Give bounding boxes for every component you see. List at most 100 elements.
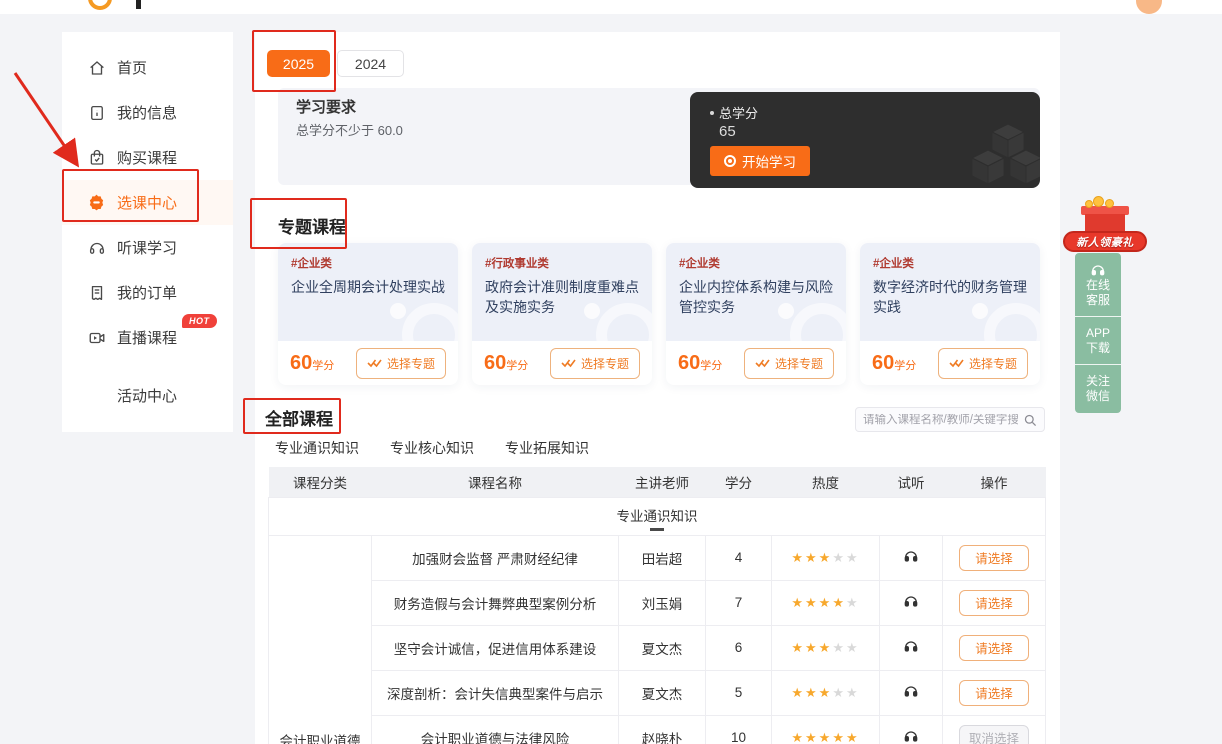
select-course-button[interactable]: 请选择 <box>959 545 1029 571</box>
sidebar-item-my-orders[interactable]: 我的订单 <box>62 270 233 315</box>
course-rating: ★★★★★ <box>772 670 880 715</box>
sidebar-item-label: 选课中心 <box>117 192 177 213</box>
course-teacher: 刘玉娟 <box>619 580 706 625</box>
audition-headphone-icon[interactable] <box>903 638 919 654</box>
audition-headphone-icon[interactable] <box>903 683 919 699</box>
cubes-decoration <box>946 118 1040 188</box>
sidebar-item-listen-study[interactable]: 听课学习 <box>62 225 233 270</box>
topic-credits: 60学分 <box>290 352 334 375</box>
col-header-popularity: 热度 <box>772 467 880 497</box>
course-credits: 7 <box>706 580 772 625</box>
newcomer-gift-badge[interactable]: 新人领豪礼 <box>1063 196 1147 252</box>
live-icon <box>87 328 106 347</box>
sidebar-item-live-courses[interactable]: 直播课程 HOT <box>62 315 233 360</box>
sidebar-item-my-info[interactable]: 我的信息 <box>62 90 233 135</box>
sidebar-item-label: 听课学习 <box>117 237 177 258</box>
sidebar-item-purchase-courses[interactable]: 购买课程 <box>62 135 233 180</box>
col-header-action: 操作 <box>943 467 1046 497</box>
audition-headphone-icon[interactable] <box>903 728 919 744</box>
double-check-icon <box>949 358 964 368</box>
profile-icon <box>87 103 106 122</box>
audition-headphone-icon[interactable] <box>903 548 919 564</box>
sidebar-item-label: 购买课程 <box>117 147 177 168</box>
gift-banner-label: 新人领豪礼 <box>1063 231 1147 252</box>
course-rating: ★★★★★ <box>772 580 880 625</box>
bullet-dot <box>710 111 714 115</box>
course-rating: ★★★★★ <box>772 535 880 580</box>
user-avatar[interactable] <box>1136 0 1162 14</box>
select-topic-button[interactable]: 选择专题 <box>356 348 446 379</box>
double-check-icon <box>561 358 576 368</box>
course-credits: 6 <box>706 625 772 670</box>
course-search-input[interactable] <box>863 414 1018 426</box>
col-header-category: 课程分类 <box>269 467 372 497</box>
course-teacher: 夏文杰 <box>619 625 706 670</box>
sidebar-item-label: 首页 <box>117 57 147 78</box>
floating-service-bar: 在线客服 APP下载 关注微信 <box>1075 253 1121 413</box>
page: 首页 我的信息 购买课程 选课中心 听课学习 <box>0 0 1222 744</box>
course-rating: ★★★★★ <box>772 715 880 744</box>
course-teacher: 田岩超 <box>619 535 706 580</box>
learning-requirements-title: 学习要求 <box>296 96 356 117</box>
course-table: 课程分类 课程名称 主讲老师 学分 热度 试听 操作 专业通识知识 会计职业道德 <box>268 467 1046 744</box>
audition-headphone-icon[interactable] <box>903 593 919 609</box>
course-search-box <box>855 407 1045 432</box>
course-teacher: 夏文杰 <box>619 670 706 715</box>
topic-courses-title: 专题课程 <box>278 213 346 238</box>
table-row: 深度剖析：会计失信典型案件与启示 夏文杰 5 ★★★★★ 请选择 <box>269 670 1046 715</box>
logo-watermark-dot <box>390 303 406 319</box>
table-row: 会计职业道德与法律风险 赵晓朴 10 ★★★★★ 取消选择 <box>269 715 1046 744</box>
logo-watermark-icon <box>402 303 458 341</box>
logo-watermark-dot <box>778 303 794 319</box>
online-service-button[interactable]: 在线客服 <box>1075 253 1121 317</box>
hot-badge: HOT <box>182 314 217 328</box>
tab-core-knowledge[interactable]: 专业核心知识 <box>390 438 474 458</box>
select-topic-button[interactable]: 选择专题 <box>938 348 1028 379</box>
tab-extended-knowledge[interactable]: 专业拓展知识 <box>505 438 589 458</box>
sidebar-item-home[interactable]: 首页 <box>62 45 233 90</box>
coin-icon <box>1093 196 1104 207</box>
select-course-button[interactable]: 请选择 <box>959 635 1029 661</box>
year-tab-2024[interactable]: 2024 <box>337 50 404 77</box>
course-teacher: 赵晓朴 <box>619 715 706 744</box>
cancel-course-button[interactable]: 取消选择 <box>959 725 1029 744</box>
sidebar-item-course-center[interactable]: 选课中心 <box>62 180 233 225</box>
col-header-course-name: 课程名称 <box>372 467 619 497</box>
select-course-button[interactable]: 请选择 <box>959 680 1029 706</box>
follow-wechat-button[interactable]: 关注微信 <box>1075 365 1121 413</box>
table-row: 财务造假与会计舞弊典型案例分析 刘玉娟 7 ★★★★★ 请选择 <box>269 580 1046 625</box>
course-name: 加强财会监督 严肃财经纪律 <box>372 535 619 580</box>
sidebar-item-label: 我的订单 <box>117 282 177 303</box>
table-row: 会计职业道德 加强财会监督 严肃财经纪律 田岩超 4 ★★★★★ 请选择 <box>269 535 1046 580</box>
col-header-teacher: 主讲老师 <box>619 467 706 497</box>
double-check-icon <box>755 358 770 368</box>
topic-card-cover: #企业类 企业内控体系构建与风险管控实务 <box>666 243 846 341</box>
select-topic-button[interactable]: 选择专题 <box>550 348 640 379</box>
search-icon[interactable] <box>1023 413 1037 427</box>
app-download-button[interactable]: APP下载 <box>1075 317 1121 365</box>
year-tab-2025[interactable]: 2025 <box>267 50 330 77</box>
course-credits: 5 <box>706 670 772 715</box>
headset-icon <box>87 238 106 257</box>
table-row: 坚守会计诚信，促进信用体系建设 夏文杰 6 ★★★★★ 请选择 <box>269 625 1046 670</box>
logo-watermark-dot <box>972 303 988 319</box>
start-learning-button[interactable]: 开始学习 <box>710 146 810 176</box>
brand-logo <box>88 0 112 10</box>
topic-title: 企业全周期会计处理实战 <box>291 277 446 297</box>
headset-icon <box>1089 262 1107 278</box>
total-credits-value: 65 <box>719 123 736 140</box>
credit-summary-panel: 总学分 65 开始学习 <box>690 92 1040 188</box>
sidebar-item-label: 直播课程 <box>117 327 177 348</box>
select-topic-button[interactable]: 选择专题 <box>744 348 834 379</box>
group-header-row: 专业通识知识 <box>269 497 1046 535</box>
tab-general-knowledge[interactable]: 专业通识知识 <box>275 438 359 458</box>
course-name: 会计职业道德与法律风险 <box>372 715 619 744</box>
course-name: 财务造假与会计舞弊典型案例分析 <box>372 580 619 625</box>
group-label: 专业通识知识 <box>617 505 698 525</box>
sidebar-item-activity-center[interactable]: 活动中心 <box>62 373 233 418</box>
coin-icon <box>1105 199 1114 208</box>
double-check-icon <box>367 358 382 368</box>
select-course-button[interactable]: 请选择 <box>959 590 1029 616</box>
topic-card-cover: #行政事业类 政府会计准则制度重难点及实施实务 <box>472 243 652 341</box>
credit-requirement-text: 总学分不少于 60.0 <box>296 120 403 139</box>
